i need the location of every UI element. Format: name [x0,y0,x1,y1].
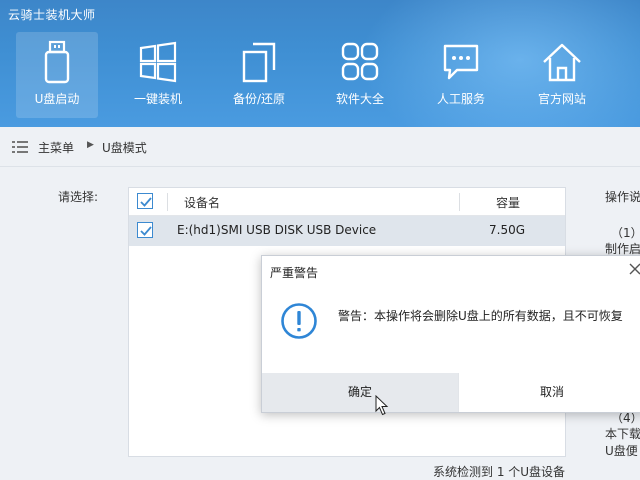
nav-label: U盘启动 [34,92,80,106]
list-menu-icon [12,141,28,153]
cancel-button[interactable]: 取消 [458,373,640,412]
table-header: 设备名 容量 [129,188,565,216]
row-checkbox[interactable] [137,222,153,238]
instructions-title: 操作说 [605,190,640,204]
nav-human-service[interactable]: 人工服务 [420,32,502,118]
check-icon [140,197,152,207]
exclamation-icon [281,303,317,339]
check-icon [140,226,152,236]
column-header-capacity: 容量 [496,196,521,210]
table-row[interactable]: E:(hd1)SMI USB DISK USB Device 7.50G [129,216,565,246]
instructions-line: 本下载 [605,427,640,441]
apps-grid-icon [341,42,379,81]
nav-label: 备份/还原 [232,92,286,106]
nav-software[interactable]: 软件大全 [319,32,401,118]
dialog-body: 警告：本操作将会删除U盘上的所有数据，且不可恢复 [262,286,640,373]
instructions-line: U盘便 [605,444,638,457]
column-header-device: 设备名 [184,196,221,210]
confirm-button[interactable]: 确定 [262,373,458,412]
dialog-title: 严重警告 [270,266,319,280]
instructions-line: （1）拍 [611,226,640,240]
dialog-message: 警告：本操作将会删除U盘上的所有数据，且不可恢复 [338,309,623,323]
device-capacity: 7.50G [489,223,526,237]
nav-label: 一键装机 [133,92,182,106]
breadcrumb-main-menu[interactable]: 主菜单 [38,139,74,156]
nav-backup-restore[interactable]: 备份/还原 [218,32,300,118]
mouse-cursor-icon [375,395,389,416]
nav-one-key-install[interactable]: 一键装机 [117,32,199,118]
main-nav: U盘启动 一键装机 备份/还原 软件大全 人工服务 官方网站 [0,32,640,118]
column-separator [459,193,460,211]
breadcrumb-current: U盘模式 [102,141,147,155]
close-icon[interactable] [628,262,640,276]
status-text: 系统检测到 1 个U盘设备 [433,465,566,479]
windows-logo-icon [139,41,177,83]
nav-official-site[interactable]: 官方网站 [521,32,603,118]
column-separator [167,193,168,211]
device-name: E:(hd1)SMI USB DISK USB Device [177,223,377,237]
select-all-checkbox[interactable] [137,193,153,209]
copy-icon [242,42,276,83]
nav-label: 人工服务 [436,92,485,106]
breadcrumb-arrow-icon: ▶ [87,140,94,150]
dialog-footer: 确定 取消 [262,373,640,412]
warning-dialog: 严重警告 警告：本操作将会删除U盘上的所有数据，且不可恢复 确定 取消 [261,255,640,413]
select-label: 请选择: [58,190,99,204]
chat-bubble-icon [443,44,479,80]
app-title: 云骑士装机大师 [8,8,96,22]
app-header: 云骑士装机大师 U盘启动 一键装机 备份/还原 软件大全 人工服务 官方网站 [0,0,640,127]
dialog-header: 严重警告 [262,256,640,286]
nav-label: 软件大全 [335,92,384,106]
nav-usb-boot[interactable]: U盘启动 [16,32,98,118]
usb-drive-icon [44,40,70,84]
home-icon [543,43,581,82]
breadcrumb: 主菜单 ▶ U盘模式 [0,127,640,167]
nav-label: 官方网站 [537,92,586,106]
